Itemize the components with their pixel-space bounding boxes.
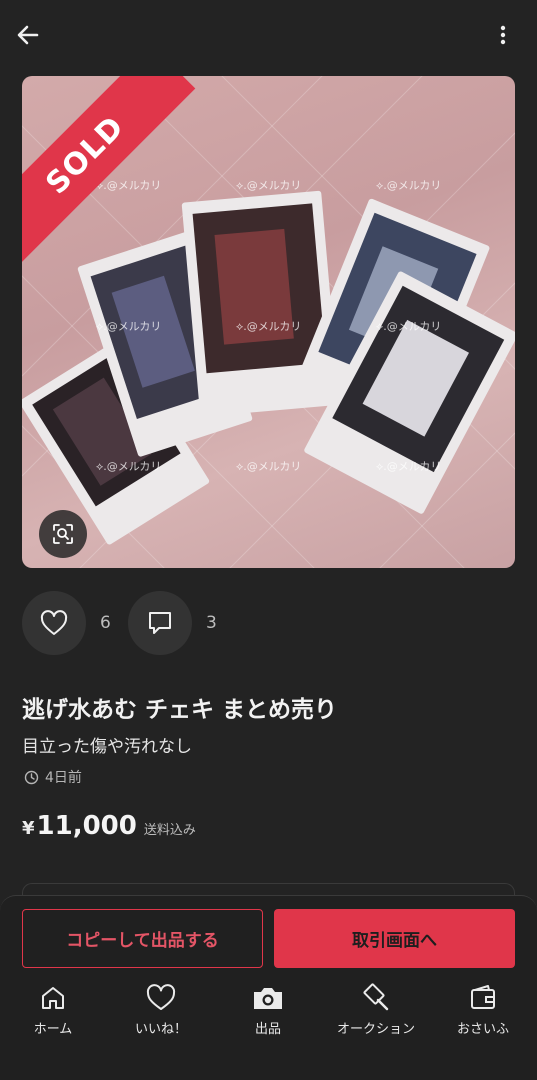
- like-action: 6: [22, 591, 111, 655]
- nav-label-likes: いいね！: [134, 1022, 187, 1037]
- price-currency: ¥: [22, 818, 35, 839]
- watermark: ⟡.@メルカリ: [96, 460, 162, 473]
- shipping-info: 送料込み: [143, 823, 196, 838]
- heart-icon: [146, 984, 176, 1010]
- price-amount: 11,000: [36, 811, 137, 841]
- arrow-left-icon: [17, 25, 39, 45]
- nav-item-sell[interactable]: 出品: [218, 982, 318, 1042]
- watermark: ⟡.@メルカリ: [376, 179, 442, 192]
- nav-label-auction: オークション: [336, 1022, 415, 1037]
- heart-icon: [40, 610, 68, 635]
- price: ¥ 11,000 送料込み: [22, 811, 196, 841]
- like-button[interactable]: [22, 591, 86, 655]
- watermark: ⟡.@メルカリ: [236, 179, 302, 192]
- posted-time-label: 4日前: [45, 770, 82, 786]
- copy-listing-button[interactable]: コピーして出品する: [22, 909, 263, 968]
- more-vertical-icon: [500, 25, 506, 45]
- watermark: ⟡.@メルカリ: [96, 179, 162, 192]
- scan-search-icon: [53, 524, 73, 544]
- product-condition: 目立った傷や汚れなし: [22, 737, 192, 757]
- watermark: ⟡.@メルカリ: [236, 320, 302, 333]
- top-bar: [0, 0, 537, 70]
- comment-icon: [149, 612, 171, 634]
- nav-item-auction[interactable]: オークション: [326, 982, 426, 1042]
- comment-action: 3: [128, 591, 217, 655]
- nav-label-home: ホーム: [33, 1022, 73, 1037]
- nav-item-wallet[interactable]: おさいふ: [433, 982, 533, 1042]
- camera-icon: [254, 988, 282, 1009]
- nav-label-wallet: おさいふ: [456, 1022, 509, 1037]
- bottom-navigation: ホーム いいね！ 出品 オークション おさいふ: [0, 982, 537, 1042]
- product-photo[interactable]: ⟡.@メルカリ ⟡.@メルカリ ⟡.@メルカリ ⟡.@メルカリ ⟡.@メルカリ …: [22, 76, 515, 568]
- comment-button[interactable]: [128, 591, 192, 655]
- nav-item-home[interactable]: ホーム: [3, 982, 103, 1042]
- more-options-button[interactable]: [491, 17, 515, 53]
- nav-item-likes[interactable]: いいね！: [111, 982, 211, 1042]
- watermark: ⟡.@メルカリ: [376, 320, 442, 333]
- back-button[interactable]: [10, 17, 46, 53]
- nav-label-sell: 出品: [254, 1022, 281, 1037]
- watermark: ⟡.@メルカリ: [376, 460, 442, 473]
- wallet-icon: [471, 985, 495, 1009]
- gavel-icon: [363, 983, 389, 1011]
- image-search-button[interactable]: [39, 510, 87, 558]
- like-count: 6: [100, 613, 111, 633]
- product-title: 逃げ水あむ チェキ まとめ売り: [22, 697, 338, 723]
- clock-icon: [24, 770, 39, 784]
- posted-time: 4日前: [24, 767, 82, 787]
- trade-screen-button[interactable]: 取引画面へ: [274, 909, 515, 968]
- watermark: ⟡.@メルカリ: [96, 320, 162, 333]
- home-icon: [42, 987, 64, 1009]
- watermark: ⟡.@メルカリ: [236, 460, 302, 473]
- comment-count: 3: [206, 613, 217, 633]
